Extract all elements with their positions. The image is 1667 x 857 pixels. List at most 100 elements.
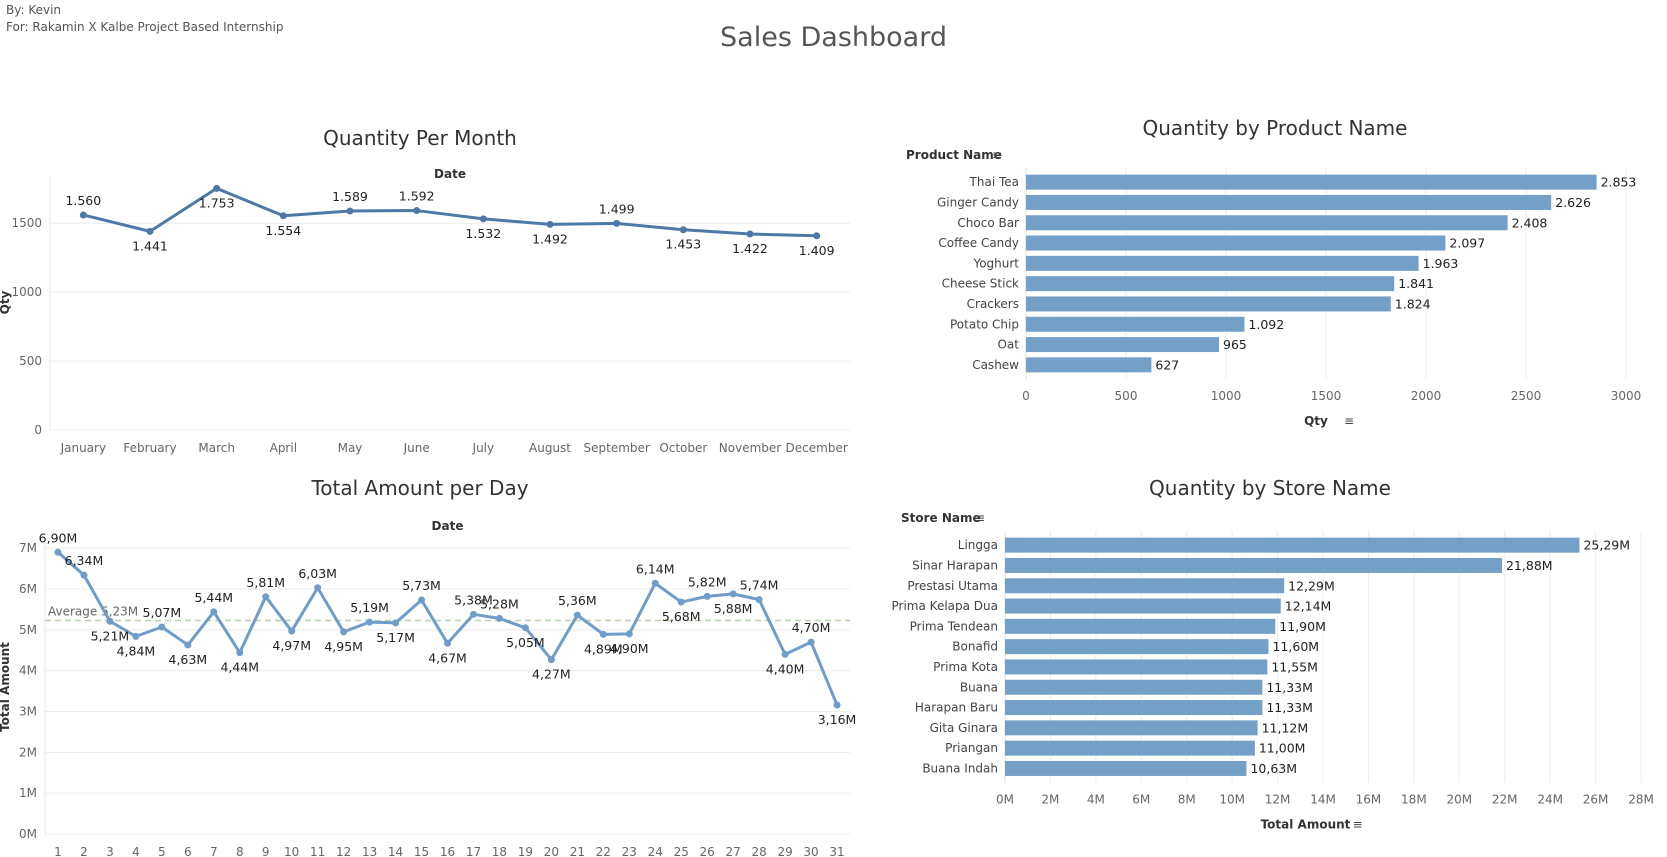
qty_product-data-label: 1.963: [1423, 256, 1459, 271]
amount_day-data-label: 5,07M: [143, 605, 182, 620]
amount_day-x-tick-label: 9: [262, 845, 270, 857]
qty_product-x-tick-label: 2000: [1411, 389, 1442, 403]
qty_month-x-tick-label: October: [659, 441, 707, 455]
qty_month-x-tick-label: July: [472, 441, 495, 455]
qty_product-data-label: 627: [1155, 357, 1179, 372]
amount_day-x-tick-label: 25: [674, 845, 689, 857]
amount_day-point: [677, 598, 685, 606]
qty_store-data-label: 11,00M: [1259, 741, 1306, 756]
amount_day-x-tick-label: 19: [518, 845, 533, 857]
qty_month-x-tick-label: June: [403, 441, 430, 455]
qty_store-data-label: 21,88M: [1506, 558, 1553, 573]
qty_product-data-label: 1.092: [1248, 317, 1284, 332]
amount_day-point: [833, 701, 841, 709]
qty_store-x-tick-label: 14M: [1310, 793, 1336, 807]
qty_store-bar: [1005, 679, 1263, 695]
amount_day-point: [729, 590, 737, 598]
amount_day-x-tick-label: 22: [596, 845, 611, 857]
amount_day-y-tick-label: 1M: [19, 786, 37, 800]
qty_store-x-tick-label: 26M: [1583, 793, 1609, 807]
qty_store-data-label: 10,63M: [1250, 761, 1297, 776]
qty_product-category-label: Coffee Candy: [938, 236, 1019, 250]
dashboard-charts: 050010001500DateQty1.5601.4411.7531.5541…: [0, 148, 1654, 857]
qty_store-category-label: Bonafid: [952, 640, 998, 654]
qty_month-x-tick-label: January: [60, 441, 107, 455]
amount_day-point: [262, 593, 270, 601]
qty_month-point: [79, 211, 87, 219]
qty_store-data-label: 12,14M: [1285, 599, 1332, 614]
qty_month-data-label: 1.441: [132, 238, 168, 253]
amount_day-x-tick-label: 7: [210, 845, 218, 857]
amount_day-point: [444, 639, 451, 647]
qty_month-x-tick-label: November: [719, 441, 781, 455]
amount_day-point: [54, 548, 62, 556]
amount_day-data-label: 4,70M: [792, 620, 831, 635]
qty_month-point: [479, 215, 487, 223]
amount_day-data-label: 6,90M: [39, 530, 78, 545]
qty_month-point: [679, 226, 687, 234]
amount_day-average-label: Average 5,23M: [48, 604, 138, 618]
amount_day-data-label: 4,63M: [169, 652, 208, 667]
amount_day-point: [651, 579, 659, 587]
amount_day-y-tick-label: 0M: [19, 827, 37, 841]
qty_product-sort-icon: ≡: [1344, 414, 1354, 428]
amount_day-data-label: 5,74M: [740, 578, 779, 593]
qty_product-bar: [1026, 296, 1391, 312]
amount_day-x-tick-label: 30: [803, 845, 818, 857]
qty_product-category-label: Yoghurt: [972, 256, 1019, 270]
qty_store-category-label: Prima Kota: [933, 660, 998, 674]
qty_store-bar: [1005, 760, 1247, 776]
amount_day-data-label: 6,14M: [636, 561, 675, 576]
amount_day-x-tick-label: 11: [310, 845, 325, 857]
amount_day-point: [210, 608, 218, 616]
amount_day-x-tick-label: 24: [648, 845, 663, 857]
qty_month-data-label: 1.422: [732, 241, 768, 256]
qty_store-data-label: 11,33M: [1266, 700, 1313, 715]
qty_store-bar: [1005, 578, 1285, 594]
amount_day-data-label: 4,95M: [324, 639, 363, 654]
qty_store-bar: [1005, 557, 1502, 573]
amount_day-point: [495, 614, 503, 622]
qty_month-y-tick-label: 1500: [11, 216, 42, 230]
qty_month-series-line: [82, 186, 817, 238]
amount_day-point: [521, 624, 529, 632]
qty_product-category-label: Potato Chip: [950, 317, 1019, 331]
amount_day-point: [418, 596, 426, 604]
qty_store-category-label: Harapan Baru: [915, 701, 998, 715]
qty_month-point: [213, 184, 221, 192]
qty_store-category-label: Priangan: [945, 741, 998, 755]
amount_day-x-tick-label: 31: [829, 845, 844, 857]
amount_day-y-tick-label: 4M: [19, 664, 37, 678]
qty_product-bar: [1026, 276, 1395, 292]
amount_day-column-header: Date: [432, 519, 464, 533]
amount_day-y-tick-label: 7M: [19, 541, 37, 555]
qty_month-x-tick-label: February: [123, 441, 176, 455]
qty_store-category-label: Prima Kelapa Dua: [892, 599, 998, 613]
qty_product-category-label: Ginger Candy: [937, 195, 1019, 209]
amount_day-data-label: 5,05M: [506, 635, 545, 650]
qty_month-column-header: Date: [434, 167, 466, 181]
qty_product-x-tick-label: 1000: [1211, 389, 1242, 403]
amount_day-data-label: 5,68M: [662, 609, 701, 624]
qty_store-category-label: Buana Indah: [922, 761, 998, 775]
amount_day-data-label: 5,21M: [91, 628, 130, 643]
amount_day-point: [781, 650, 789, 658]
amount_day-data-label: 4,90M: [610, 641, 649, 656]
amount_day-y-tick-label: 2M: [19, 745, 37, 759]
amount_day-point: [366, 618, 374, 626]
qty_month-data-label: 1.560: [65, 193, 101, 208]
qty_product-x-tick-label: 500: [1115, 389, 1138, 403]
qty_store-bar: [1005, 740, 1255, 756]
qty_product-x-tick-label: 3000: [1611, 389, 1642, 403]
qty_store-x-tick-label: 0M: [996, 793, 1014, 807]
amount_day-point: [755, 596, 763, 604]
qty_store-x-tick-label: 6M: [1132, 793, 1150, 807]
qty_product-category-label: Cashew: [972, 358, 1019, 372]
qty_product-category-label: Crackers: [967, 297, 1019, 311]
amount_day-point: [547, 656, 555, 664]
qty_store-x-tick-label: 10M: [1219, 793, 1245, 807]
qty_product-x-axis-title: Qty: [1304, 414, 1328, 428]
qty_month-y-tick-label: 0: [34, 423, 42, 437]
qty_store-data-label: 11,90M: [1279, 619, 1326, 634]
amount_day-data-label: 4,84M: [117, 643, 156, 658]
